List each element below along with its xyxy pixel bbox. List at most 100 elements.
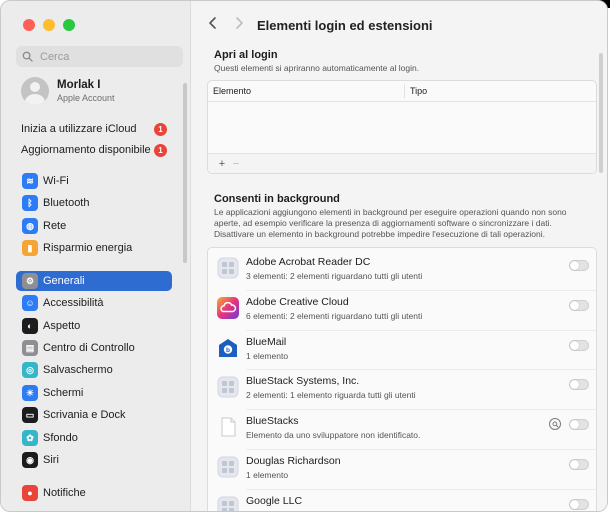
appearance-icon: ◐ bbox=[22, 318, 38, 334]
show-in-finder-button[interactable] bbox=[549, 418, 561, 431]
account-item[interactable]: Morlak I Apple Account bbox=[21, 77, 115, 105]
sidebar-item-gear[interactable]: ⚙ Generali bbox=[16, 271, 172, 291]
background-item-toggle[interactable] bbox=[569, 498, 589, 510]
sidebar-item-label: Rete bbox=[43, 220, 67, 232]
accessibility-icon: ☺ bbox=[22, 295, 38, 311]
background-item-description: 1 elemento bbox=[246, 470, 289, 480]
sidebar-item-siri[interactable]: ◉ Siri bbox=[16, 450, 172, 470]
wifi-icon: ≋ bbox=[22, 173, 38, 189]
sidebar-item-label: Aspetto bbox=[43, 320, 81, 332]
generic-app-icon bbox=[217, 257, 239, 279]
document-icon bbox=[217, 416, 239, 438]
background-section-title: Consenti in background bbox=[214, 193, 340, 205]
search-input[interactable] bbox=[38, 49, 172, 64]
header-divider bbox=[208, 101, 596, 102]
battery-icon: ▮ bbox=[22, 240, 38, 256]
display-icon: ☀ bbox=[22, 385, 38, 401]
background-item-description: 1 elemento bbox=[246, 510, 288, 511]
toolbar: Elementi login ed estensioni bbox=[191, 1, 607, 49]
siri-icon: ◉ bbox=[22, 452, 38, 468]
sidebar-item-battery[interactable]: ▮ Risparmio energia bbox=[16, 238, 172, 258]
background-item-description: Elemento da uno sviluppatore non identif… bbox=[246, 430, 421, 441]
notice-badge: 1 bbox=[154, 144, 167, 157]
screensaver-icon: ◎ bbox=[22, 362, 38, 378]
sidebar-item-control-center[interactable]: ▤ Centro di Controllo bbox=[16, 338, 172, 358]
background-item-row: b BlueMail 1 elemento bbox=[208, 329, 596, 370]
bluetooth-icon: ᛒ bbox=[22, 195, 38, 211]
background-item-toggle[interactable] bbox=[569, 260, 589, 271]
sidebar-item-label: Siri bbox=[43, 454, 59, 466]
background-item-row: BlueStacks Elemento da uno sviluppatore n… bbox=[208, 409, 596, 449]
login-section-title: Apri al login bbox=[214, 49, 278, 61]
background-item-row: Adobe Creative Cloud 6 elementi: 2 elemen… bbox=[208, 289, 596, 330]
settings-window: Morlak I Apple Account Inizia a utilizza… bbox=[0, 0, 608, 512]
sidebar-item-label: Risparmio energia bbox=[43, 242, 133, 254]
sidebar-item-dock[interactable]: ▭ Scrivania e Dock bbox=[16, 405, 172, 425]
background-item-description: 2 elementi: 1 elemento riguarda tutti gl… bbox=[246, 390, 416, 401]
account-name: Morlak I bbox=[57, 79, 101, 91]
main-content: Elementi login ed estensioni Apri al log… bbox=[191, 1, 607, 511]
globe-icon: ◍ bbox=[22, 218, 38, 234]
column-divider bbox=[404, 84, 405, 98]
sidebar-scrollbar[interactable] bbox=[183, 83, 187, 263]
search-field[interactable] bbox=[16, 46, 183, 67]
sidebar-item-appearance[interactable]: ◐ Aspetto bbox=[16, 316, 172, 336]
sidebar-item-display[interactable]: ☀ Schermi bbox=[16, 383, 172, 403]
close-window-button[interactable] bbox=[23, 19, 35, 31]
background-item-name: Adobe Creative Cloud bbox=[246, 295, 349, 308]
table-footer: + − bbox=[208, 153, 596, 173]
sidebar-item-wifi[interactable]: ≋ Wi-Fi bbox=[16, 171, 172, 191]
magnifier-icon bbox=[552, 421, 559, 428]
notice-icloud[interactable]: Inizia a utilizzare iCloud bbox=[21, 123, 137, 135]
svg-text:b: b bbox=[226, 347, 230, 354]
notice-update[interactable]: Aggiornamento disponibile bbox=[21, 144, 151, 156]
sidebar-item-accessibility[interactable]: ☺ Accessibilità bbox=[16, 293, 172, 313]
background-item-toggle[interactable] bbox=[569, 299, 589, 311]
sidebar-item-bluetooth[interactable]: ᛒ Bluetooth bbox=[16, 193, 172, 213]
account-subtitle: Apple Account bbox=[57, 93, 115, 103]
bluemail-icon: b bbox=[217, 337, 239, 359]
minimize-window-button[interactable] bbox=[43, 19, 55, 31]
page-title: Elementi login ed estensioni bbox=[257, 18, 433, 33]
generic-app-icon bbox=[217, 496, 239, 511]
sidebar-item-label: Accessibilità bbox=[43, 297, 104, 309]
login-items-table: Elemento Tipo + − bbox=[207, 80, 597, 174]
sidebar-item-label: Salvaschermo bbox=[43, 364, 113, 376]
sidebar-item-label: Centro di Controllo bbox=[43, 342, 135, 354]
background-item-toggle[interactable] bbox=[569, 459, 589, 470]
background-item-row: Adobe Acrobat Reader DC 3 elementi: 2 ele… bbox=[208, 250, 596, 290]
generic-app-icon bbox=[217, 376, 239, 398]
background-item-description: 6 elementi: 2 elementi riguardano tutti … bbox=[246, 310, 423, 321]
sidebar-item-label: Sfondo bbox=[43, 432, 78, 444]
chevron-left-icon bbox=[209, 17, 216, 29]
background-item-description: 3 elementi: 2 elementi riguardano tutti … bbox=[246, 271, 423, 281]
column-header-item[interactable]: Elemento bbox=[213, 81, 251, 101]
search-icon bbox=[22, 51, 33, 62]
zoom-window-button[interactable] bbox=[63, 19, 75, 31]
sidebar-item-globe[interactable]: ◍ Rete bbox=[16, 216, 172, 236]
remove-item-button[interactable]: − bbox=[230, 158, 242, 170]
avatar bbox=[21, 77, 49, 105]
sidebar-item-wallpaper[interactable]: ✿ Sfondo bbox=[16, 428, 172, 448]
creative-cloud-icon bbox=[217, 296, 239, 319]
background-item-name: Douglas Richardson bbox=[246, 455, 341, 467]
column-header-type[interactable]: Tipo bbox=[410, 81, 427, 101]
back-button[interactable] bbox=[207, 16, 223, 32]
background-item-toggle[interactable] bbox=[569, 419, 589, 431]
background-section-description: Le applicazioni aggiungono elementi in b… bbox=[214, 207, 567, 239]
generic-app-icon bbox=[217, 456, 239, 478]
notice-badge: 1 bbox=[154, 123, 167, 136]
main-scrollbar[interactable] bbox=[599, 53, 603, 173]
sidebar-item-label: Generali bbox=[43, 275, 85, 287]
sidebar-item-notifications[interactable]: ● Notifiche bbox=[16, 483, 172, 503]
sidebar: Morlak I Apple Account Inizia a utilizza… bbox=[1, 1, 191, 511]
forward-button[interactable] bbox=[233, 16, 249, 32]
dock-icon: ▭ bbox=[22, 407, 38, 423]
add-item-button[interactable]: + bbox=[216, 158, 228, 170]
window-controls bbox=[23, 19, 75, 31]
background-item-toggle[interactable] bbox=[569, 339, 589, 351]
background-item-toggle[interactable] bbox=[569, 379, 589, 391]
sidebar-item-screensaver[interactable]: ◎ Salvaschermo bbox=[16, 360, 172, 380]
notifications-icon: ● bbox=[22, 485, 38, 501]
sidebar-item-label: Wi-Fi bbox=[43, 175, 69, 187]
